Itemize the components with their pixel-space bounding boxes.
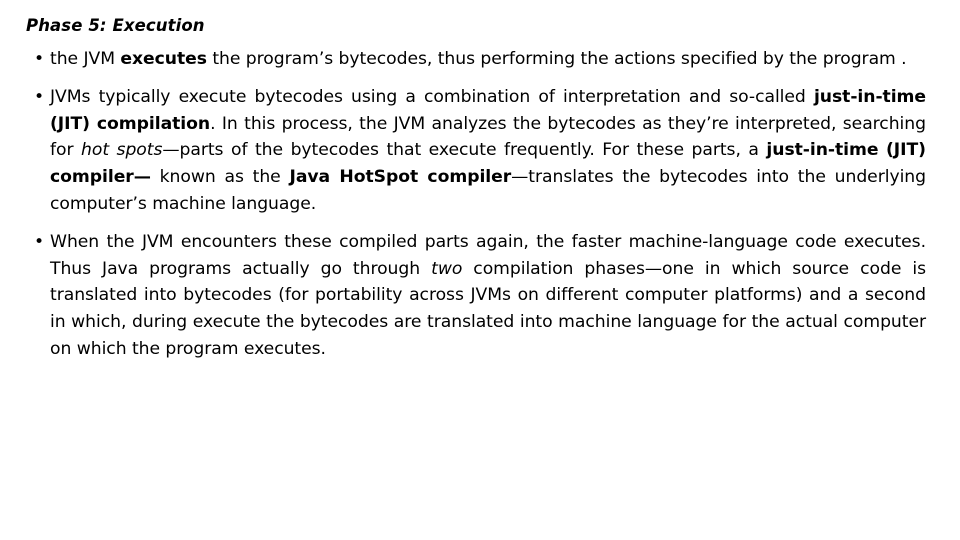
text-run-bold: Java HotSpot compiler bbox=[289, 167, 512, 187]
text-run-bold: executes bbox=[120, 48, 207, 69]
text-run-normal: known as the bbox=[150, 167, 290, 187]
text-run-normal bbox=[878, 140, 886, 160]
bullet-text-jvm-executes: the JVM executes the program’s bytecodes… bbox=[50, 46, 926, 73]
text-run-normal: —parts of the bytecodes that execute fre… bbox=[162, 140, 767, 161]
text-run-normal: the program’s bytecodes, thus performing… bbox=[206, 48, 907, 69]
page-title: Phase 5: Execution bbox=[26, 16, 205, 35]
bullet-list: • the JVM executes the program’s bytecod… bbox=[26, 46, 926, 363]
bullet-text-compiled-parts: When the JVM encounters these compiled p… bbox=[50, 229, 926, 362]
bullet-text-jit-compilation: JVMs typically execute bytecodes using a… bbox=[50, 84, 926, 217]
list-item: • the JVM executes the program’s bytecod… bbox=[26, 46, 926, 73]
text-run-bold: just-in-time bbox=[766, 140, 879, 161]
text-run-normal: the JVM bbox=[50, 48, 121, 69]
bullet-point-icon: • bbox=[34, 48, 45, 69]
text-run-italic: hot spots bbox=[81, 140, 163, 161]
slide-page: Phase 5: Execution • the JVM executes th… bbox=[0, 0, 960, 540]
text-run-normal: JVMs typically execute bytecodes using a… bbox=[50, 87, 814, 108]
list-item: • JVMs typically execute bytecodes using… bbox=[26, 84, 926, 217]
bullet-point-icon: • bbox=[34, 87, 45, 108]
text-run-italic: two bbox=[431, 258, 463, 279]
bullet-point-icon: • bbox=[34, 232, 45, 253]
list-item: • When the JVM encounters these compiled… bbox=[26, 229, 926, 362]
